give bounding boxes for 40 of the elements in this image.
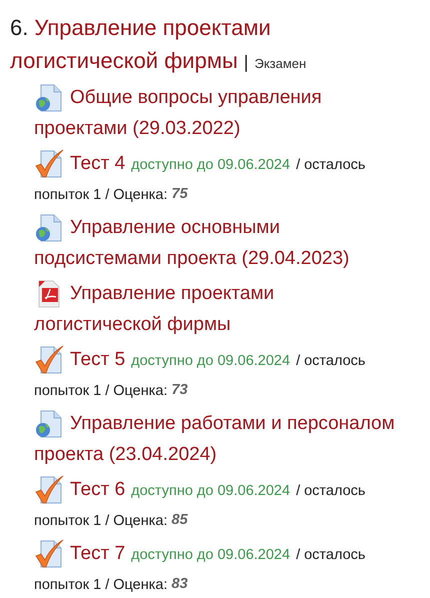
availability-text: доступно до 09.06.2024 (131, 353, 290, 369)
resource-link[interactable]: подсистемами проекта (29.04.2023) (34, 248, 350, 270)
resource-link[interactable]: Управление проектами (70, 282, 274, 304)
section-number: 6. (10, 14, 28, 42)
section-title-link[interactable]: логистической фирмы (10, 44, 238, 77)
grade-label: попыток 1 / Оценка: (34, 577, 168, 593)
resource-link[interactable]: проекта (23.04.2024) (34, 444, 217, 466)
quiz-link[interactable]: Тест 7 (70, 542, 126, 564)
grade-value: 75 (172, 186, 188, 202)
web-page-icon (34, 408, 64, 438)
checkmark-quiz-icon (34, 474, 64, 504)
attempts-text: / осталось (296, 483, 366, 499)
availability-text: доступно до 09.06.2024 (131, 157, 290, 173)
checkmark-quiz-icon (34, 344, 64, 374)
checkmark-quiz-icon (34, 538, 64, 568)
checkmark-quiz-icon (34, 148, 64, 178)
quiz-link[interactable]: Тест 6 (70, 478, 126, 500)
resource-link[interactable]: Общие вопросы управления (70, 86, 322, 108)
grade-value: 83 (172, 576, 188, 592)
web-page-icon (34, 212, 64, 242)
grade-value: 85 (172, 512, 188, 528)
resource-link[interactable]: Управление основными (70, 216, 280, 238)
grade-label: попыток 1 / Оценка: (34, 187, 168, 203)
resource-link[interactable]: логистической фирмы (34, 314, 231, 336)
grade-label: попыток 1 / Оценка: (34, 383, 168, 399)
section-tag: Экзамен (254, 47, 306, 80)
web-page-icon (34, 82, 64, 112)
attempts-text: / осталось (296, 157, 366, 173)
section-title-link[interactable]: Управление проектами (34, 11, 271, 44)
grade-value: 73 (172, 382, 188, 398)
attempts-text: / осталось (296, 353, 366, 369)
availability-text: доступно до 09.06.2024 (131, 547, 290, 563)
quiz-link[interactable]: Тест 4 (70, 152, 126, 174)
quiz-link[interactable]: Тест 5 (70, 348, 126, 370)
separator: | (244, 51, 248, 74)
availability-text: доступно до 09.06.2024 (131, 483, 290, 499)
resource-link[interactable]: Управление работами и персоналом (70, 412, 395, 434)
attempts-text: / осталось (296, 547, 366, 563)
grade-label: попыток 1 / Оценка: (34, 513, 168, 529)
resource-link[interactable]: проектами (29.03.2022) (34, 118, 240, 140)
